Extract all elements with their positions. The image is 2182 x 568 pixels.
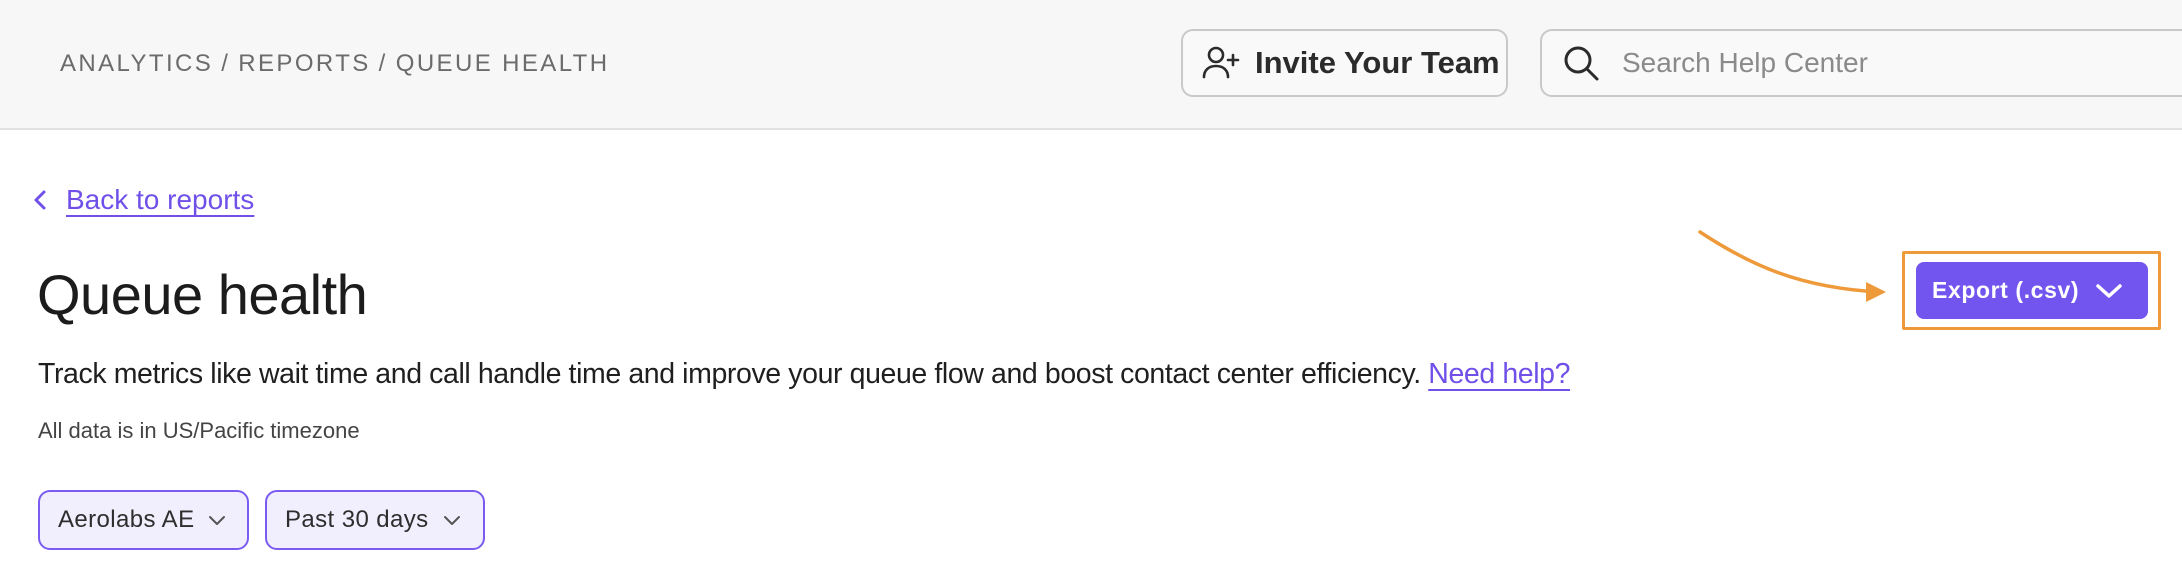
- invite-team-button[interactable]: Invite Your Team: [1181, 29, 1508, 97]
- search-icon: [1564, 46, 1599, 81]
- date-range-filter-dropdown[interactable]: Past 30 days: [265, 490, 485, 550]
- breadcrumb-item-reports[interactable]: REPORTS: [238, 50, 370, 78]
- chevron-left-icon: [34, 190, 46, 210]
- top-header: ANALYTICS / REPORTS / QUEUE HEALTH Invit…: [0, 0, 2182, 130]
- need-help-link[interactable]: Need help?: [1428, 358, 1570, 390]
- breadcrumb-separator: /: [221, 50, 231, 77]
- user-plus-icon: [1202, 46, 1240, 79]
- export-csv-button[interactable]: Export (.csv): [1916, 262, 2148, 319]
- invite-team-label: Invite Your Team: [1255, 45, 1500, 80]
- date-range-filter-label: Past 30 days: [285, 506, 429, 533]
- breadcrumb-separator: /: [378, 50, 388, 77]
- breadcrumb-item-queue-health: QUEUE HEALTH: [395, 50, 610, 77]
- chevron-down-icon: [443, 516, 460, 525]
- page-description: Track metrics like wait time and call ha…: [38, 358, 1570, 391]
- search-input[interactable]: [1622, 47, 2182, 79]
- breadcrumb: ANALYTICS / REPORTS / QUEUE HEALTH: [60, 50, 609, 78]
- organization-filter-label: Aerolabs AE: [58, 506, 195, 533]
- export-csv-label: Export (.csv): [1932, 277, 2080, 303]
- chevron-down-icon: [2096, 283, 2122, 298]
- chevron-down-icon: [209, 516, 226, 525]
- description-text: Track metrics like wait time and call ha…: [38, 358, 1421, 390]
- breadcrumb-item-analytics[interactable]: ANALYTICS: [60, 50, 213, 78]
- annotation-arrow: [1698, 230, 1886, 302]
- timezone-note: All data is in US/Pacific timezone: [38, 418, 360, 443]
- page-title: Queue health: [37, 263, 368, 326]
- organization-filter-dropdown[interactable]: Aerolabs AE: [38, 490, 249, 550]
- back-to-reports-link[interactable]: Back to reports: [30, 184, 254, 216]
- back-to-reports-label: Back to reports: [66, 184, 255, 215]
- help-center-search[interactable]: [1540, 29, 2182, 97]
